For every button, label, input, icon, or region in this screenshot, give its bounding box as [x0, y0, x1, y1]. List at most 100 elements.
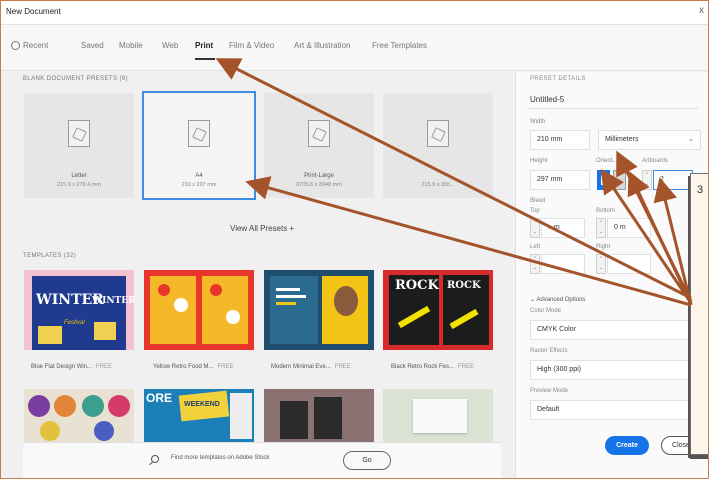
tab-film-video[interactable]: Film & Video — [229, 41, 274, 50]
template-thumb-cards[interactable] — [264, 389, 374, 442]
height-input[interactable]: 297 mm — [530, 170, 590, 190]
stock-search-text[interactable]: Find more templates on Adobe Stock — [171, 455, 269, 461]
preset-name: Letter — [71, 173, 87, 179]
tab-saved[interactable]: Saved — [81, 41, 104, 50]
poster-house-shape — [38, 326, 62, 344]
preset-card-print-large[interactable]: Print-Large 6705.6 x 3048 mm — [264, 93, 374, 198]
bleed-right-input[interactable] — [607, 254, 651, 274]
color-mode-value: CMYK Color — [537, 326, 576, 333]
preset-card-a4[interactable]: A4 210 x 297 mm — [142, 91, 256, 200]
width-input[interactable]: 210 mm — [530, 130, 590, 150]
search-icon — [151, 455, 159, 463]
preset-name: Print-Large — [304, 173, 334, 179]
pattern-circle — [54, 395, 76, 417]
bleed-left-stepper[interactable]: ⌃ ⌄ — [530, 254, 540, 274]
bleed-top-stepper[interactable]: ⌃ ⌄ — [530, 218, 540, 238]
template-thumb-circles[interactable] — [24, 389, 134, 442]
card-shape — [413, 399, 467, 433]
artboards-stepper[interactable]: ⌃ ⌄ — [642, 170, 652, 190]
template-label: Yellow Retro Food M... FREE — [153, 364, 234, 370]
free-badge: FREE — [217, 364, 234, 370]
raster-effects-select[interactable]: High (300 ppi)⌄ — [530, 360, 701, 380]
document-name-field[interactable]: Untitled-5 — [530, 95, 564, 104]
tab-art-illustration[interactable]: Art & Illustration — [294, 41, 350, 50]
template-label: Black Retro Rock Fes... FREE — [391, 364, 474, 370]
portrait-orientation-icon[interactable] — [597, 170, 610, 190]
clock-icon — [11, 41, 20, 50]
preset-card-letter[interactable]: Letter 215.9 x 279.4 mm — [24, 93, 134, 198]
tab-mobile[interactable]: Mobile — [119, 41, 143, 50]
document-icon — [308, 120, 330, 147]
document-icon — [68, 120, 90, 147]
preset-size: 6705.6 x 3048 mm — [296, 182, 342, 188]
template-thumb-business-card[interactable] — [383, 389, 493, 442]
template-name: Black Retro Rock Fes... — [391, 364, 455, 370]
document-icon — [427, 120, 449, 147]
poster-dot — [210, 284, 222, 296]
bleed-right-stepper[interactable]: ⌃ ⌄ — [596, 254, 606, 274]
width-label: Width — [530, 119, 546, 125]
tab-recent[interactable]: Recent — [11, 41, 48, 50]
free-badge: FREE — [334, 364, 351, 370]
go-button[interactable]: Go — [343, 451, 391, 470]
template-name: Modern Minimal Eve... — [271, 364, 331, 370]
close-icon[interactable]: x — [699, 5, 704, 16]
pattern-circle — [94, 421, 114, 441]
poster-dot — [158, 284, 170, 296]
callout-number: 3 — [697, 184, 704, 196]
units-value: Millimeters — [605, 136, 639, 143]
poster-portrait — [334, 286, 358, 316]
advanced-options-label: Advanced Options — [536, 297, 586, 303]
orientation-label: Orient... — [596, 158, 618, 164]
preview-mode-label: Preview Mode — [530, 388, 569, 394]
template-label: Modern Minimal Eve... FREE — [271, 364, 351, 370]
title-bar: New Document x — [1, 1, 708, 25]
bleed-top-label: Top — [530, 208, 540, 214]
bleed-bottom-stepper[interactable]: ⌃ ⌄ — [596, 218, 606, 238]
template-thumb-rock[interactable]: ROCK ROCK — [383, 270, 493, 350]
poster-line — [276, 302, 296, 305]
divider — [528, 108, 698, 109]
view-all-presets-link[interactable]: View All Presets + — [230, 224, 294, 233]
bleed-bottom-label: Bottom — [596, 208, 616, 214]
preset-size: 210 x 297 mm — [181, 182, 217, 188]
template-thumb-food[interactable] — [144, 270, 254, 350]
preview-mode-select[interactable]: Default⌄ — [530, 400, 701, 420]
template-thumb-winter[interactable]: WINTER WINTER Festival — [24, 270, 134, 350]
card-shape — [314, 397, 342, 439]
new-document-dialog: New Document x Recent Saved Mobile Web P… — [0, 0, 709, 479]
poster-panel — [230, 393, 252, 439]
create-button[interactable]: Create — [605, 436, 649, 455]
artboards-input[interactable]: 2 — [653, 170, 693, 190]
pattern-circle — [108, 395, 130, 417]
color-mode-label: Color Mode — [530, 308, 562, 314]
template-name: Yellow Retro Food M... — [153, 364, 214, 370]
template-thumb-weekend[interactable]: ORE WEEKEND — [144, 389, 254, 442]
adobe-stock-bar: Find more templates on Adobe Stock Go — [23, 442, 501, 478]
preset-size: 215.9 x 279.4 mm — [56, 182, 102, 188]
preset-card-legal[interactable]: 215.9 x 355... — [383, 93, 493, 198]
free-badge: FREE — [458, 364, 475, 370]
units-select[interactable]: Millimeters ⌄ — [598, 130, 701, 150]
bleed-top-input[interactable]: ...m — [541, 218, 585, 238]
bleed-bottom-input[interactable]: 0 m — [607, 218, 651, 238]
pattern-circle — [82, 395, 104, 417]
poster-title: ROCK — [395, 278, 439, 293]
tab-print[interactable]: Print — [195, 41, 213, 50]
document-icon — [188, 120, 210, 147]
advanced-options-toggle[interactable]: ⌄ Advanced Options — [530, 296, 585, 303]
tab-recent-label: Recent — [23, 41, 49, 50]
color-mode-select[interactable]: CMYK Color⌄ — [530, 320, 701, 340]
preset-size: 215.9 x 355... — [421, 182, 455, 188]
template-thumb-event[interactable] — [264, 270, 374, 350]
bleed-right-label: Right — [596, 244, 611, 250]
landscape-orientation-icon[interactable] — [613, 170, 626, 190]
height-label: Height — [530, 158, 548, 164]
pattern-circle — [28, 395, 50, 417]
tab-web[interactable]: Web — [162, 41, 178, 50]
preset-details-panel: PRESET DETAILS Untitled-5 Width 210 mm M… — [515, 72, 708, 478]
poster-subtitle: WEEKEND — [184, 401, 220, 408]
tab-free-templates[interactable]: Free Templates — [372, 41, 427, 50]
blank-presets-heading: BLANK DOCUMENT PRESETS (9) — [23, 76, 128, 82]
bleed-left-input[interactable] — [541, 254, 585, 274]
